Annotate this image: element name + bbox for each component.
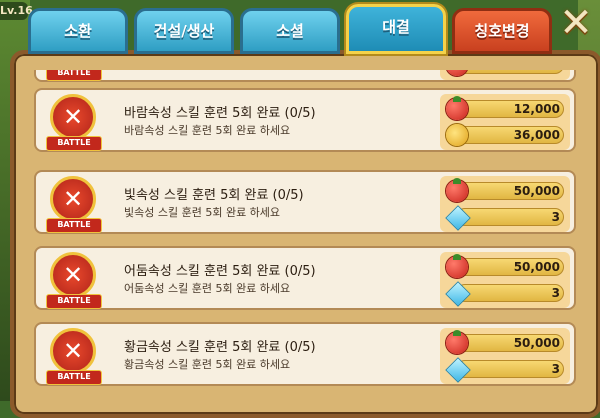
quest-title: 황금속성 스킬 훈련 5회 완료 (0/5) <box>124 340 316 355</box>
reward-box <box>440 70 570 80</box>
reward-value: 3 <box>551 210 560 224</box>
reward-item: 36,000 <box>446 124 566 146</box>
tab-summon[interactable]: 소환 <box>28 8 128 54</box>
battle-ribbon: BATTLE <box>46 136 102 151</box>
battle-ribbon: BATTLE <box>46 294 102 309</box>
tomato-icon <box>446 254 468 278</box>
battle-badge-icon: ✕ BATTLE <box>46 250 102 309</box>
quest-description: 바람속성 스킬 훈련 5회 완료 하세요 <box>124 124 291 137</box>
reward-box: 50,000 3 <box>440 328 570 384</box>
battle-ribbon: BATTLE <box>46 218 102 233</box>
quest-title: 어둠속성 스킬 훈련 5회 완료 (0/5) <box>124 264 316 279</box>
battle-ribbon: BATTLE <box>46 70 102 81</box>
reward-value: 3 <box>551 286 560 300</box>
battle-ribbon: BATTLE <box>46 370 102 385</box>
tab-change-title[interactable]: 칭호변경 <box>452 8 552 54</box>
reward-box: 12,000 36,000 <box>440 94 570 150</box>
quest-description: 빛속성 스킬 훈련 5회 완료 하세요 <box>124 206 281 219</box>
quest-list[interactable]: BATTLE ✕ BATTLE 바람속성 스킬 훈련 5회 완료 (0/5) 바… <box>34 70 576 401</box>
reward-item: 3 <box>445 357 566 383</box>
battle-badge-icon: ✕ BATTLE <box>46 92 102 151</box>
list-item[interactable]: ✕ BATTLE 어둠속성 스킬 훈련 5회 완료 (0/5) 어둠속성 스킬 … <box>34 246 576 310</box>
reward-item: 12,000 <box>446 96 566 120</box>
reward-item: 3 <box>445 281 566 307</box>
reward-box: 50,000 3 <box>440 176 570 232</box>
crossed-swords-icon: ✕ <box>62 261 84 289</box>
reward-item: 50,000 <box>446 254 566 278</box>
reward-value: 3 <box>551 362 560 376</box>
quest-title: 바람속성 스킬 훈련 5회 완료 (0/5) <box>124 106 316 121</box>
tab-bar: 소환 건설/생산 소셜 대결 칭호변경 <box>28 4 552 56</box>
quest-description: 황금속성 스킬 훈련 5회 완료 하세요 <box>124 358 291 371</box>
quest-title: 빛속성 스킬 훈련 5회 완료 (0/5) <box>124 188 304 203</box>
tab-social[interactable]: 소셜 <box>240 8 340 54</box>
battle-badge-icon: BATTLE <box>46 70 102 81</box>
battle-badge-icon: ✕ BATTLE <box>46 326 102 385</box>
crossed-swords-icon: ✕ <box>62 185 84 213</box>
battle-badge-icon: ✕ BATTLE <box>46 174 102 233</box>
tomato-icon <box>446 178 468 202</box>
tomato-icon <box>446 330 468 354</box>
level-badge: Lv.16 <box>0 2 33 20</box>
tab-build-produce[interactable]: 건설/생산 <box>134 8 234 54</box>
crossed-swords-icon: ✕ <box>62 103 84 131</box>
list-item[interactable]: ✕ BATTLE 바람속성 스킬 훈련 5회 완료 (0/5) 바람속성 스킬 … <box>34 88 576 152</box>
reward-value: 50,000 <box>513 336 560 350</box>
reward-value: 50,000 <box>513 184 560 198</box>
close-button[interactable]: ✕ <box>558 2 594 46</box>
reward-item: 50,000 <box>446 178 566 202</box>
reward-item <box>446 70 566 76</box>
tomato-icon <box>446 96 468 120</box>
tab-battle[interactable]: 대결 <box>346 4 446 54</box>
reward-value: 36,000 <box>513 128 560 142</box>
reward-item: 3 <box>445 205 566 231</box>
reward-value: 12,000 <box>513 102 560 116</box>
crossed-swords-icon: ✕ <box>62 337 84 365</box>
reward-value: 50,000 <box>513 260 560 274</box>
coin-icon <box>446 124 468 146</box>
list-item[interactable]: ✕ BATTLE 빛속성 스킬 훈련 5회 완료 (0/5) 빛속성 스킬 훈련… <box>34 170 576 234</box>
list-item[interactable]: ✕ BATTLE 황금속성 스킬 훈련 5회 완료 (0/5) 황금속성 스킬 … <box>34 322 576 386</box>
list-item-partial: BATTLE <box>34 70 576 82</box>
reward-item: 50,000 <box>446 330 566 354</box>
reward-box: 50,000 3 <box>440 252 570 308</box>
quest-description: 어둠속성 스킬 훈련 5회 완료 하세요 <box>124 282 291 295</box>
